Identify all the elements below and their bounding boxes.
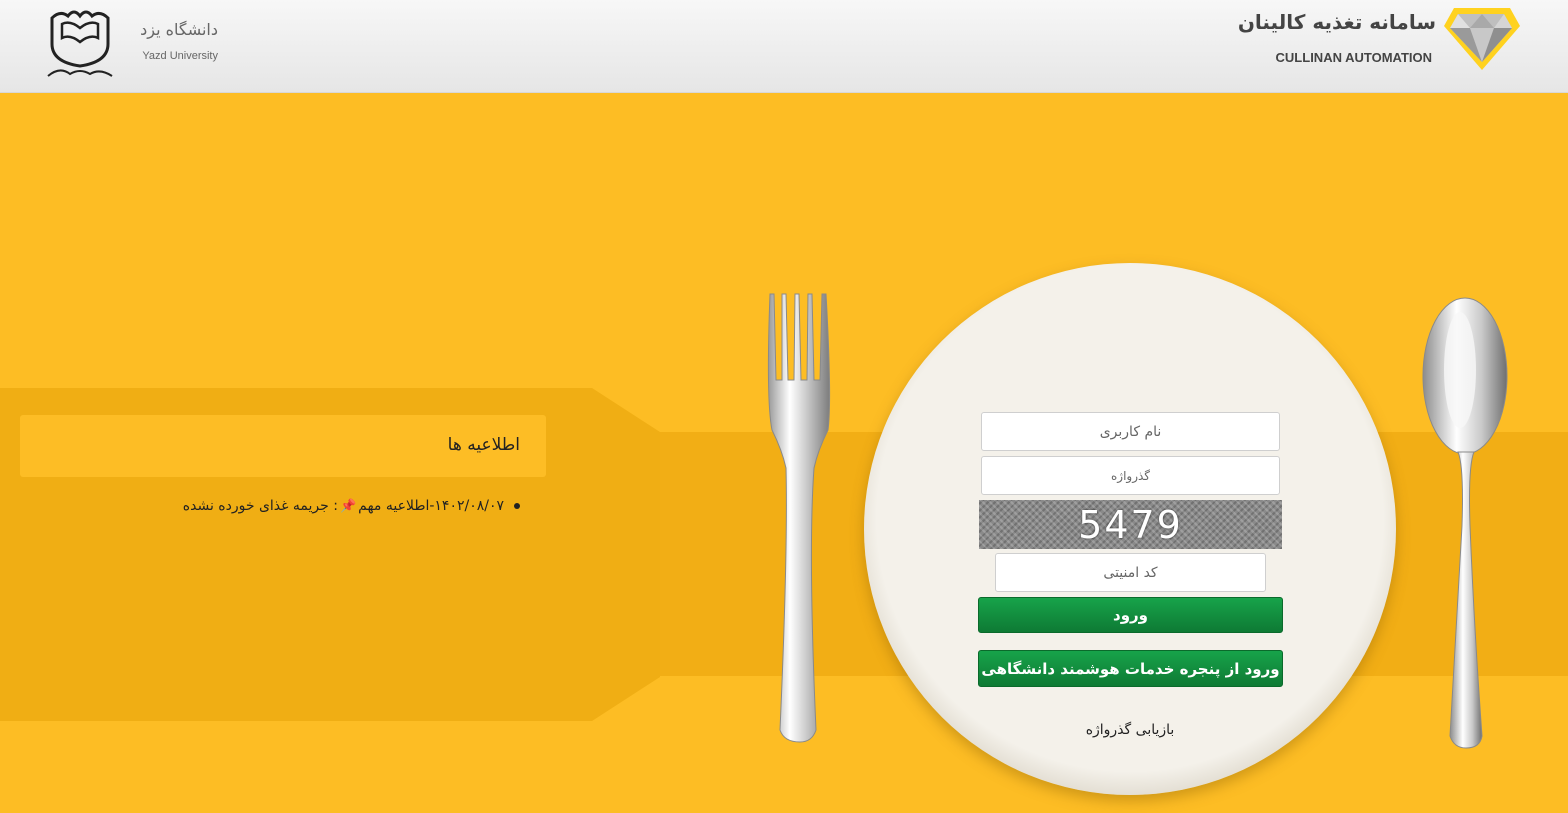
spoon-icon bbox=[1422, 297, 1508, 749]
university-name-en: Yazd University bbox=[142, 50, 218, 62]
pin-icon: 📌 bbox=[339, 499, 357, 514]
login-button[interactable]: ورود bbox=[978, 597, 1283, 633]
news-item-prefix: ۱۴۰۲/۰۸/۰۷-اطلاعیه مهم bbox=[358, 498, 504, 514]
captcha-image: 5479 bbox=[979, 500, 1282, 549]
header: دانشگاه یزد Yazd University سامانه تغذیه… bbox=[0, 0, 1568, 93]
password-placeholder: گذرواژه bbox=[1110, 468, 1151, 483]
yazd-university-logo bbox=[47, 10, 113, 77]
username-input[interactable]: نام کاربری bbox=[981, 412, 1280, 451]
username-placeholder: نام کاربری bbox=[1099, 423, 1162, 440]
system-title-en: CULLINAN AUTOMATION bbox=[1275, 50, 1432, 65]
login-button-label: ورود bbox=[1113, 606, 1148, 624]
sso-login-button-label: ورود از پنجره خدمات هوشمند دانشگاهی bbox=[981, 659, 1280, 678]
news-header: اطلاعیه ها bbox=[20, 415, 546, 477]
captcha-input[interactable]: کد امنیتی bbox=[995, 553, 1266, 592]
news-item-text: : جریمه غذای خورده نشده bbox=[182, 498, 338, 514]
system-title: سامانه تغذیه کالینان bbox=[1237, 10, 1436, 34]
news-title: اطلاعیه ها bbox=[447, 435, 520, 455]
diamond-logo-icon bbox=[1444, 8, 1520, 70]
university-name: دانشگاه یزد bbox=[140, 20, 218, 39]
bullet-icon bbox=[514, 503, 520, 509]
captcha-placeholder: کد امنیتی bbox=[1103, 564, 1158, 581]
news-item[interactable]: ۱۴۰۲/۰۸/۰۷-اطلاعیه مهم📌: جریمه غذای خورد… bbox=[183, 498, 520, 514]
fork-icon bbox=[767, 293, 831, 743]
captcha-code: 5479 bbox=[1078, 502, 1183, 547]
password-input[interactable]: گذرواژه bbox=[981, 456, 1280, 495]
recover-password-link[interactable]: بازیابی گذرواژه bbox=[1050, 722, 1210, 738]
sso-login-button[interactable]: ورود از پنجره خدمات هوشمند دانشگاهی bbox=[978, 650, 1283, 687]
